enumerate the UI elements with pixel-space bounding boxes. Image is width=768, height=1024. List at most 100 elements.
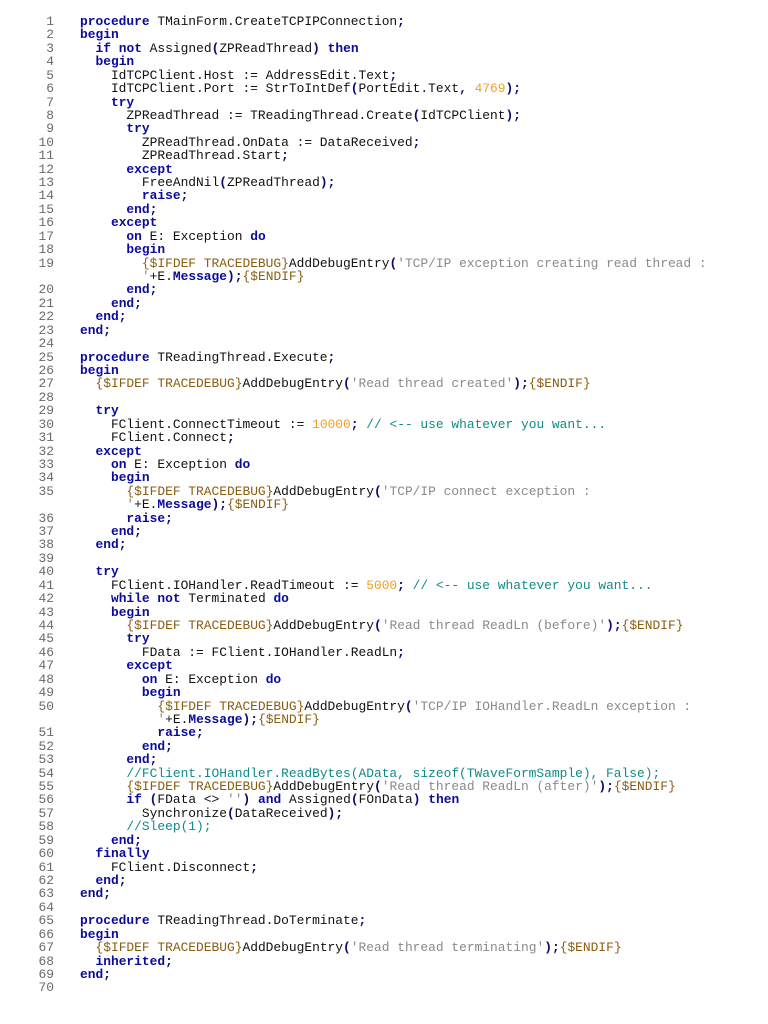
line-number: 25 — [38, 349, 54, 365]
code-text: on E: Exception do — [141, 671, 282, 687]
code-text: raise; — [141, 188, 189, 204]
code-line: 58 //Sleep(1); — [0, 819, 768, 835]
line-number: 22 — [38, 309, 54, 325]
code-line: 60 finally — [0, 846, 768, 862]
code-line: 30 FClient.ConnectTimeout := 10000; // <… — [0, 416, 768, 432]
code-text: try — [95, 403, 119, 419]
code-line: 13 FreeAndNil(ZPReadThread); — [0, 175, 768, 191]
code-line: 20 end; — [0, 282, 768, 298]
code-line: 51 raise; — [0, 725, 768, 741]
line-number: 40 — [38, 564, 54, 580]
code-line: 12 except — [0, 161, 768, 177]
code-line: 9 try — [0, 121, 768, 137]
code-line: 32 except — [0, 443, 768, 459]
code-text: raise; — [157, 725, 204, 741]
line-number: 17 — [38, 228, 54, 244]
code-line: 11 ZPReadThread.Start; — [0, 149, 768, 163]
code-line: 56 if (FData <> '') and Assigned(FOnData… — [0, 792, 768, 808]
code-text: procedure TReadingThread.DoTerminate; — [80, 913, 367, 929]
code-text: begin — [141, 685, 181, 701]
line-number: 52 — [38, 738, 54, 754]
code-text: inherited; — [95, 953, 173, 969]
code-text: FData := FClient.IOHandler.ReadLn; — [80, 644, 405, 660]
code-line: 1 procedure TMainForm.CreateTCPIPConnecti… — [0, 14, 768, 29]
line-number: 69 — [38, 966, 54, 982]
code-line: 5 IdTCPClient.Host := AddressEdit.Text; — [0, 67, 768, 83]
code-text: procedure TMainForm.CreateTCPIPConnectio… — [80, 14, 405, 29]
code-line: 57 Synchronize(DataReceived); — [0, 805, 768, 821]
code-text: begin — [95, 54, 135, 70]
line-number: 55 — [38, 779, 54, 795]
code-line: 19 {$IFDEF TRACEDEBUG}AddDebugEntry('TCP… — [0, 256, 768, 270]
code-text: except — [126, 161, 173, 177]
line-number: 13 — [38, 175, 54, 191]
code-text: on E: Exception do — [110, 456, 251, 472]
line-number: 34 — [38, 470, 54, 486]
code-text: begin — [126, 242, 166, 258]
line-number: 2 — [46, 27, 54, 43]
code-text: {$IFDEF TRACEDEBUG}AddDebugEntry('Read t… — [126, 779, 676, 795]
code-text: FClient.Disconnect; — [80, 859, 258, 875]
code-text: end; — [80, 886, 111, 902]
code-line: 49 begin — [0, 685, 768, 701]
line-number: 62 — [38, 873, 54, 888]
line-number: 9 — [46, 121, 54, 137]
code-line: 26 begin — [0, 362, 768, 378]
line-number: 50 — [38, 698, 54, 714]
code-text: begin — [110, 604, 150, 620]
code-text: Synchronize(DataReceived); — [80, 805, 344, 821]
code-text: except — [95, 443, 142, 459]
code-line: 27 {$IFDEF TRACEDEBUG}AddDebugEntry('Rea… — [0, 377, 768, 391]
code-text: //Sleep(1); — [126, 819, 212, 835]
code-line: 17 on E: Exception do — [0, 228, 768, 244]
code-line: 23 end; — [0, 322, 768, 338]
code-text: FClient.ConnectTimeout := 10000; // <-- … — [80, 416, 607, 432]
code-text: try — [110, 94, 135, 110]
line-number: 21 — [38, 295, 54, 311]
code-line: 31 FClient.Connect; — [0, 431, 768, 445]
code-line: 40 try — [0, 564, 768, 580]
code-text: FClient.IOHandler.ReadTimeout := 5000; /… — [80, 577, 653, 593]
code-text: end; — [126, 282, 158, 298]
code-text: if (FData <> '') and Assigned(FOnData) t… — [126, 792, 460, 808]
code-line: 54 //FClient.IOHandler.ReadBytes(AData, … — [0, 766, 768, 780]
code-text: FreeAndNil(ZPReadThread); — [80, 175, 336, 191]
code-text: '+E.Message);{$ENDIF} — [141, 269, 305, 285]
line-number: 28 — [38, 389, 54, 405]
line-number: 20 — [38, 282, 54, 298]
code-text: end; — [95, 873, 127, 888]
line-number: 57 — [38, 805, 54, 821]
line-number: 16 — [38, 215, 54, 231]
line-number: 70 — [38, 980, 54, 996]
code-text: end; — [80, 322, 111, 338]
code-text: IdTCPClient.Host := AddressEdit.Text; — [80, 67, 398, 83]
line-number: 36 — [38, 510, 54, 526]
code-text: end; — [110, 832, 142, 848]
line-number: 1 — [46, 14, 54, 29]
line-number: 32 — [38, 443, 54, 459]
line-number: 29 — [38, 403, 54, 419]
line-number: 7 — [46, 94, 54, 110]
code-line: 59 end; — [0, 832, 768, 848]
line-number: 37 — [38, 524, 54, 540]
code-text: finally — [95, 846, 150, 862]
code-line: 52 end; — [0, 738, 768, 754]
code-line: 34 begin — [0, 470, 768, 486]
code-line: 6 IdTCPClient.Port := StrToIntDef(PortEd… — [0, 82, 768, 96]
code-line: 38 end; — [0, 538, 768, 552]
code-text: begin — [80, 362, 119, 378]
code-line: 55 {$IFDEF TRACEDEBUG}AddDebugEntry('Rea… — [0, 779, 768, 795]
code-line: 3 if not Assigned(ZPReadThread) then — [0, 41, 768, 55]
line-number: 39 — [38, 550, 54, 566]
code-line: 14 raise; — [0, 188, 768, 204]
line-number: 65 — [38, 913, 54, 929]
code-line: 66 begin — [0, 927, 768, 941]
code-line: 24 — [0, 337, 768, 351]
code-line: 8 ZPReadThread := TReadingThread.Create(… — [0, 109, 768, 123]
code-text: begin — [110, 470, 150, 486]
code-line: 29 try — [0, 403, 768, 419]
code-text: '+E.Message);{$ENDIF} — [157, 711, 320, 727]
code-line: 25 procedure TReadingThread.Execute; — [0, 349, 768, 365]
code-text: {$IFDEF TRACEDEBUG}AddDebugEntry('TCP/IP… — [126, 483, 591, 499]
code-text: try — [95, 564, 119, 580]
